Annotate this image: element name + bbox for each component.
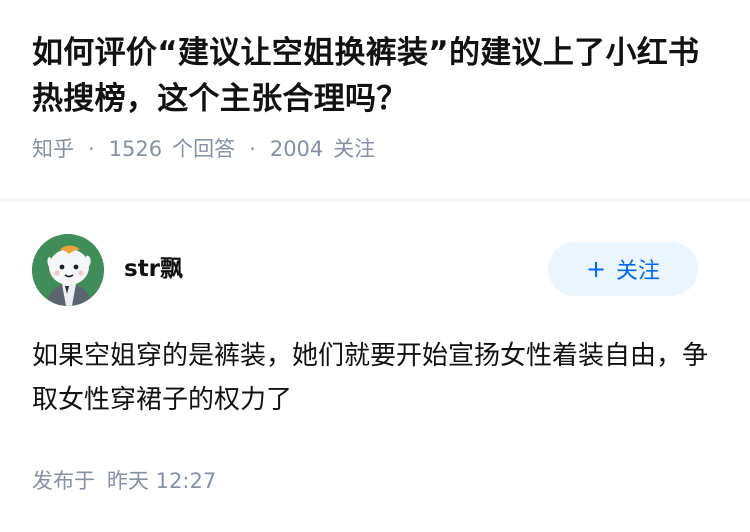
publish-time-value: 昨天 12:27 [107,469,217,493]
question-header: 如何评价“建议让空姐换裤装”的建议上了小红书热搜榜，这个主张合理吗？ 知乎 · … [32,30,722,164]
followers-count-link[interactable]: 2004 关注 [270,134,375,164]
avatar[interactable] [32,234,104,306]
followers-count: 2004 [269,137,324,161]
answers-count: 1526 [108,137,163,161]
publish-time: 发布于 昨天 12:27 [32,466,216,496]
follow-button-label: 关注 [616,259,661,284]
followers-label: 关注 [333,137,376,161]
author-row: str飘 + 关注 [32,232,718,306]
answers-count-link[interactable]: 1526 个回答 [109,134,235,164]
follow-button[interactable]: + 关注 [548,242,698,296]
answers-label: 个回答 [172,137,236,161]
plus-icon: + [585,255,607,283]
publish-label: 发布于 [32,469,95,493]
answer-card: str飘 + 关注 如果空姐穿的是裤装，她们就要开始宣扬女性着装自由，争取女性穿… [32,232,718,422]
author-name[interactable]: str飘 [124,254,183,284]
cartoon-avatar-icon [32,234,104,306]
section-divider [0,199,750,201]
question-meta: 知乎 · 1526 个回答 · 2004 关注 [32,134,722,164]
meta-separator: · [88,137,95,161]
question-title[interactable]: 如何评价“建议让空姐换裤装”的建议上了小红书热搜榜，这个主张合理吗？ [32,30,722,122]
meta-separator: · [249,137,256,161]
site-name[interactable]: 知乎 [32,134,74,164]
answer-content[interactable]: 如果空姐穿的是裤装，她们就要开始宣扬女性着装自由，争取女性穿裙子的权力了 [32,334,712,422]
